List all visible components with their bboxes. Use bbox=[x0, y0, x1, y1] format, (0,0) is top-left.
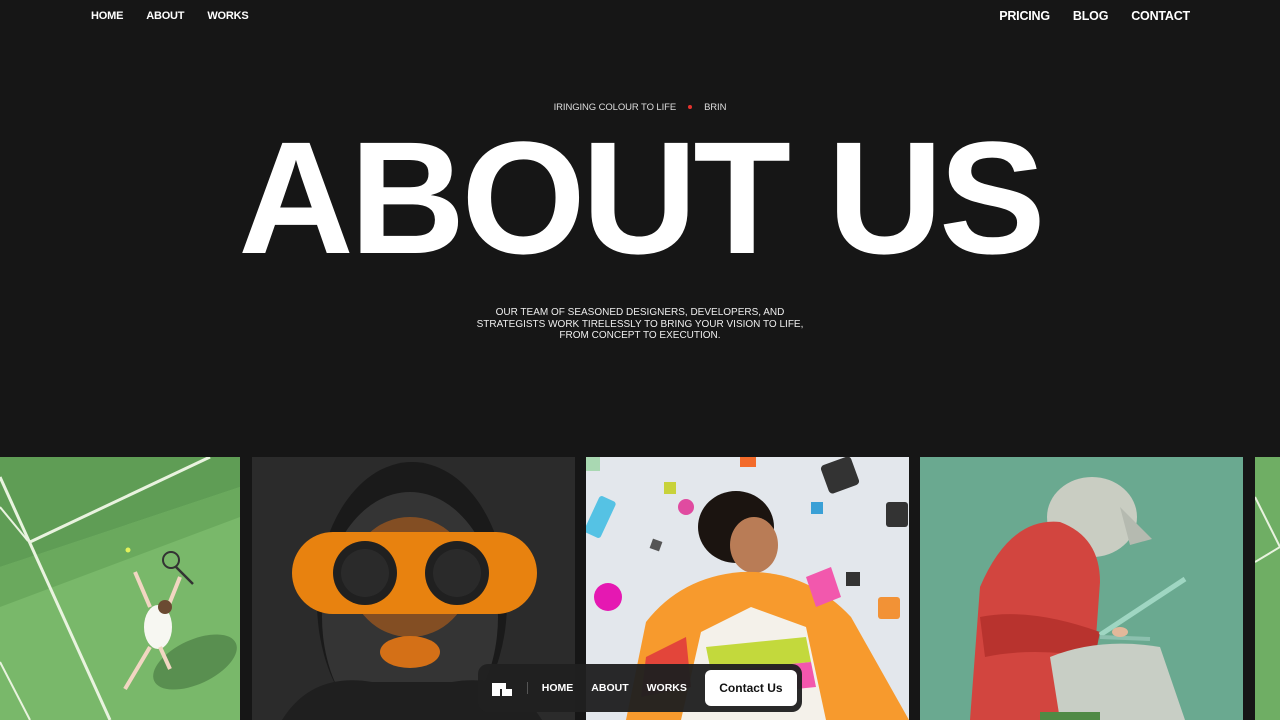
nav-contact-link[interactable]: CONTACT bbox=[1131, 9, 1190, 23]
tennis-player-image[interactable] bbox=[0, 457, 240, 720]
partial-gallery-image[interactable] bbox=[1255, 457, 1280, 720]
contact-us-button[interactable]: Contact Us bbox=[704, 670, 797, 706]
floating-dock-nav: HOME ABOUT WORKS Contact Us bbox=[478, 664, 802, 712]
top-nav-left: HOME ABOUT WORKS bbox=[91, 10, 249, 22]
page-title: ABOUT US bbox=[238, 108, 1046, 287]
dock-works-link[interactable]: WORKS bbox=[647, 682, 687, 694]
intro-paragraph: OUR TEAM OF SEASONED DESIGNERS, DEVELOPE… bbox=[0, 307, 1280, 342]
intro-line: FROM CONCEPT TO EXECUTION. bbox=[559, 330, 721, 341]
studio-logo-icon[interactable] bbox=[492, 680, 512, 696]
dock-about-link[interactable]: ABOUT bbox=[591, 682, 628, 694]
dock-divider bbox=[526, 682, 528, 694]
nav-works-link[interactable]: WORKS bbox=[207, 10, 248, 22]
intro-line: STRATEGISTS WORK TIRELESSLY TO BRING YOU… bbox=[476, 318, 804, 330]
dock-home-link[interactable]: HOME bbox=[542, 682, 574, 694]
nav-home-link[interactable]: HOME bbox=[91, 10, 123, 22]
nav-blog-link[interactable]: BLOG bbox=[1073, 9, 1109, 23]
top-nav-right: PRICING BLOG CONTACT bbox=[999, 9, 1190, 23]
intro-line: OUR TEAM OF SEASONED DESIGNERS, DEVELOPE… bbox=[495, 307, 785, 318]
hoodie-laptop-image[interactable] bbox=[920, 457, 1243, 720]
nav-about-link[interactable]: ABOUT bbox=[146, 10, 184, 22]
top-navigation: HOME ABOUT WORKS PRICING BLOG CONTACT bbox=[0, 0, 1280, 34]
nav-pricing-link[interactable]: PRICING bbox=[999, 9, 1050, 23]
